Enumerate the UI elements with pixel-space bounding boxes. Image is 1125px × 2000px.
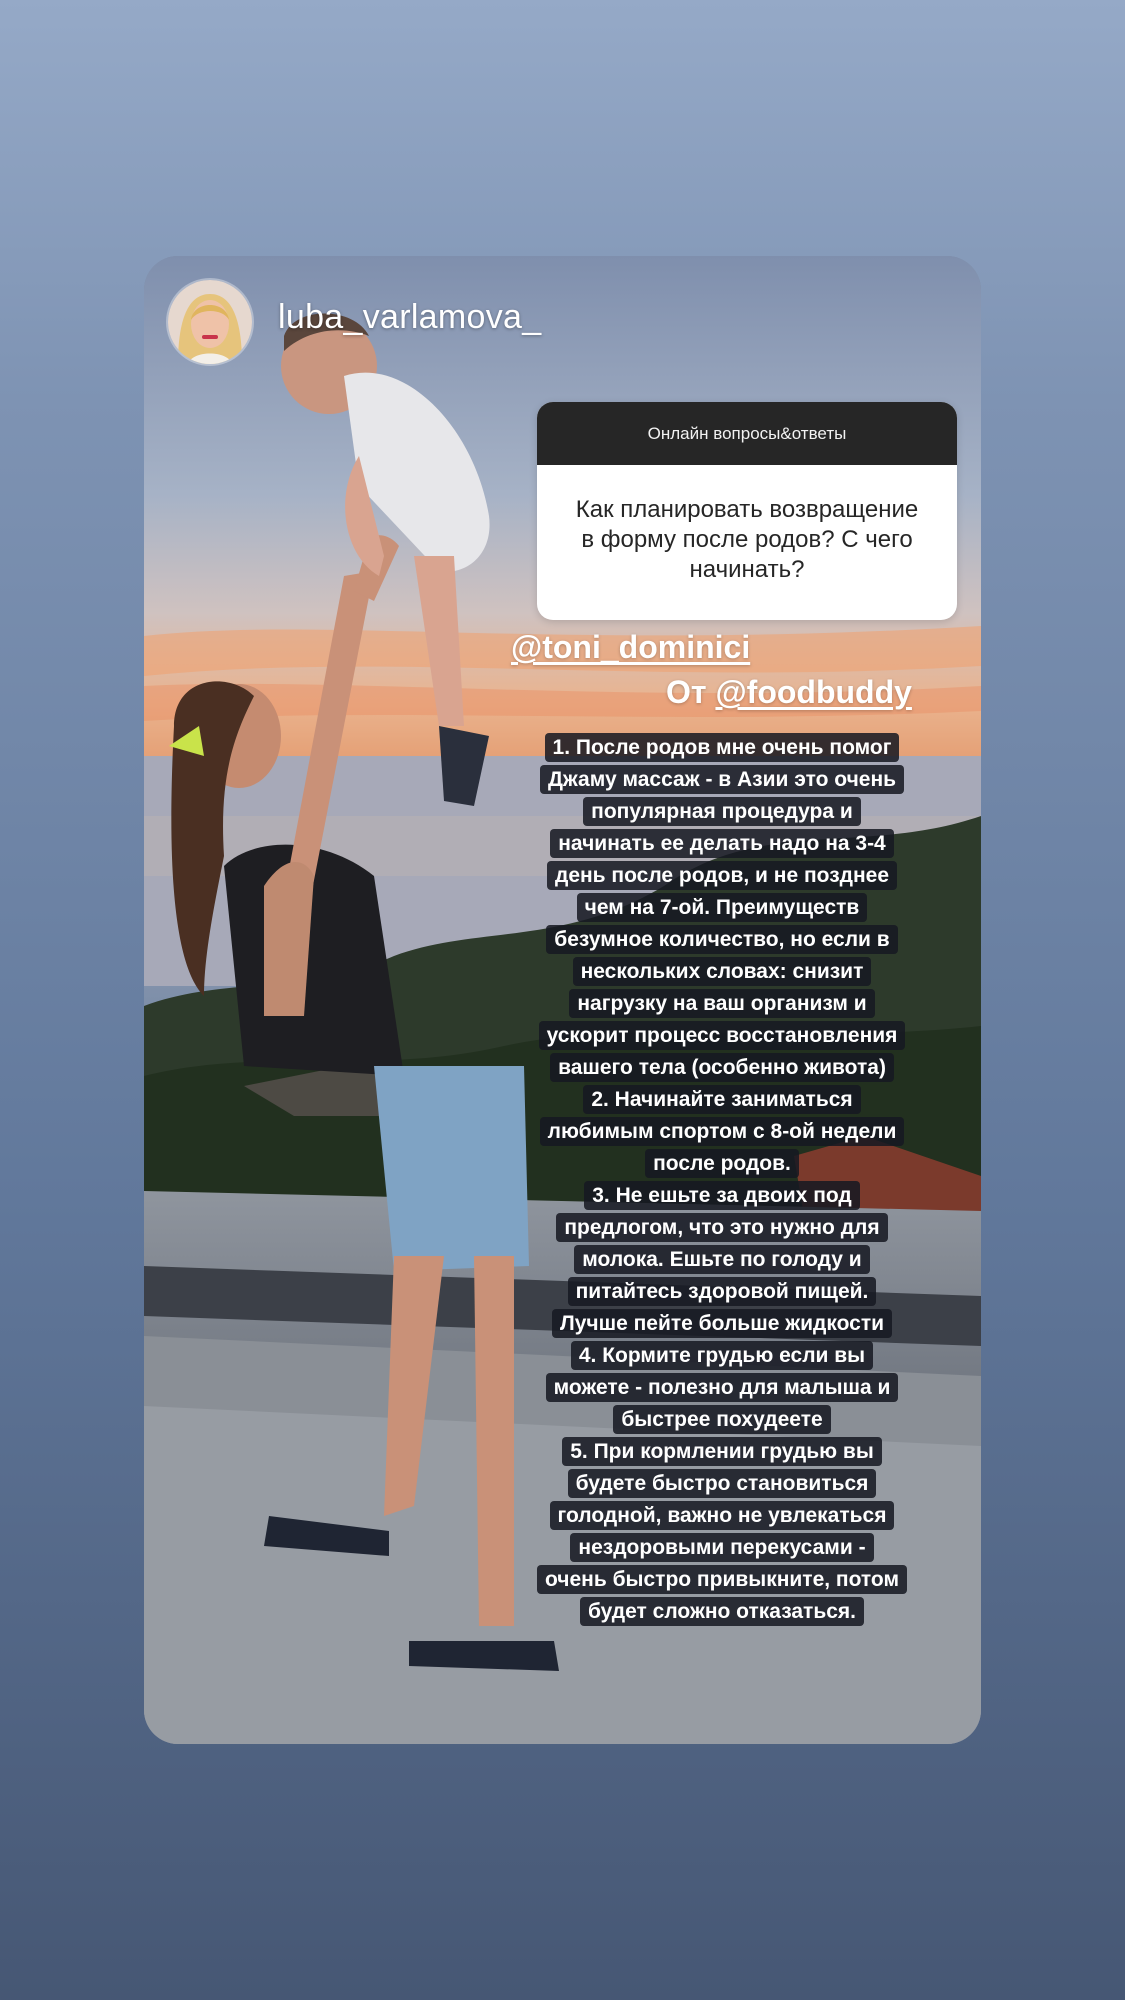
caption-line: безумное количество, но если в [546, 925, 898, 954]
caption-line: голодной, важно не увлекаться [549, 1501, 895, 1530]
caption-line: можете - полезно для малыша и [545, 1373, 899, 1402]
caption-line: ускорит процесс восстановления [538, 1021, 906, 1050]
qa-sticker-question: Как планировать возвращение в форму посл… [575, 496, 919, 583]
avatar-photo-icon [168, 280, 252, 364]
story-caption: 1. После родов мне очень помог Джаму масс… [484, 732, 960, 1628]
mention-foodbuddy-label[interactable]: @foodbuddy [715, 674, 911, 710]
caption-line: питайтесь здоровой пищей. [567, 1277, 877, 1306]
story-card[interactable]: luba_varlamova_ Онлайн вопросы&ответы Ка… [144, 256, 981, 1744]
caption-line: нескольких словах: снизит [572, 957, 872, 986]
caption-line: начинать ее делать надо на 3-4 [550, 829, 894, 858]
caption-line: 3. Не ешьте за двоих под [584, 1181, 860, 1210]
avatar[interactable] [168, 280, 252, 364]
caption-line: после родов. [645, 1149, 799, 1178]
caption-line: быстрее похудеете [613, 1405, 831, 1434]
mention-toni-dominici[interactable]: @toni_dominici [511, 629, 750, 666]
caption-line: Джаму массаж - в Азии это очень [539, 765, 905, 794]
caption-line: 5. При кормлении грудью вы [562, 1437, 882, 1466]
caption-line: день после родов, и не позднее [546, 861, 898, 890]
mention-toni-label[interactable]: @toni_dominici [511, 629, 750, 665]
caption-line: 4. Кормите грудью если вы [570, 1341, 874, 1370]
caption-line: очень быстро привыкните, потом [536, 1565, 908, 1594]
qa-sticker-header: Онлайн вопросы&ответы [537, 402, 957, 465]
caption-line: вашего тела (особенно живота) [550, 1053, 894, 1082]
story-username[interactable]: luba_varlamova_ [278, 298, 541, 337]
mention-from-prefix: От [666, 674, 716, 710]
caption-line: будете быстро становиться [567, 1469, 877, 1498]
mention-from-foodbuddy: От @foodbuddy [666, 674, 912, 711]
caption-line: Лучше пейте больше жидкости [551, 1309, 893, 1338]
caption-line: 2. Начинайте заниматься [583, 1085, 861, 1114]
caption-line: популярная процедура и [583, 797, 861, 826]
caption-line: нездоровыми перекусами - [570, 1533, 874, 1562]
qa-sticker[interactable]: Онлайн вопросы&ответы Как планировать во… [537, 402, 957, 620]
caption-line: чем на 7-ой. Преимуществ [576, 893, 868, 922]
caption-line: 1. После родов мне очень помог [544, 733, 900, 762]
caption-line: любимым спортом с 8-ой недели [539, 1117, 905, 1146]
caption-line: предлогом, что это нужно для [556, 1213, 888, 1242]
caption-line: нагрузку на ваш организм и [569, 989, 875, 1018]
caption-line: молока. Ешьте по голоду и [574, 1245, 870, 1274]
caption-line: будет сложно отказаться. [579, 1597, 865, 1626]
